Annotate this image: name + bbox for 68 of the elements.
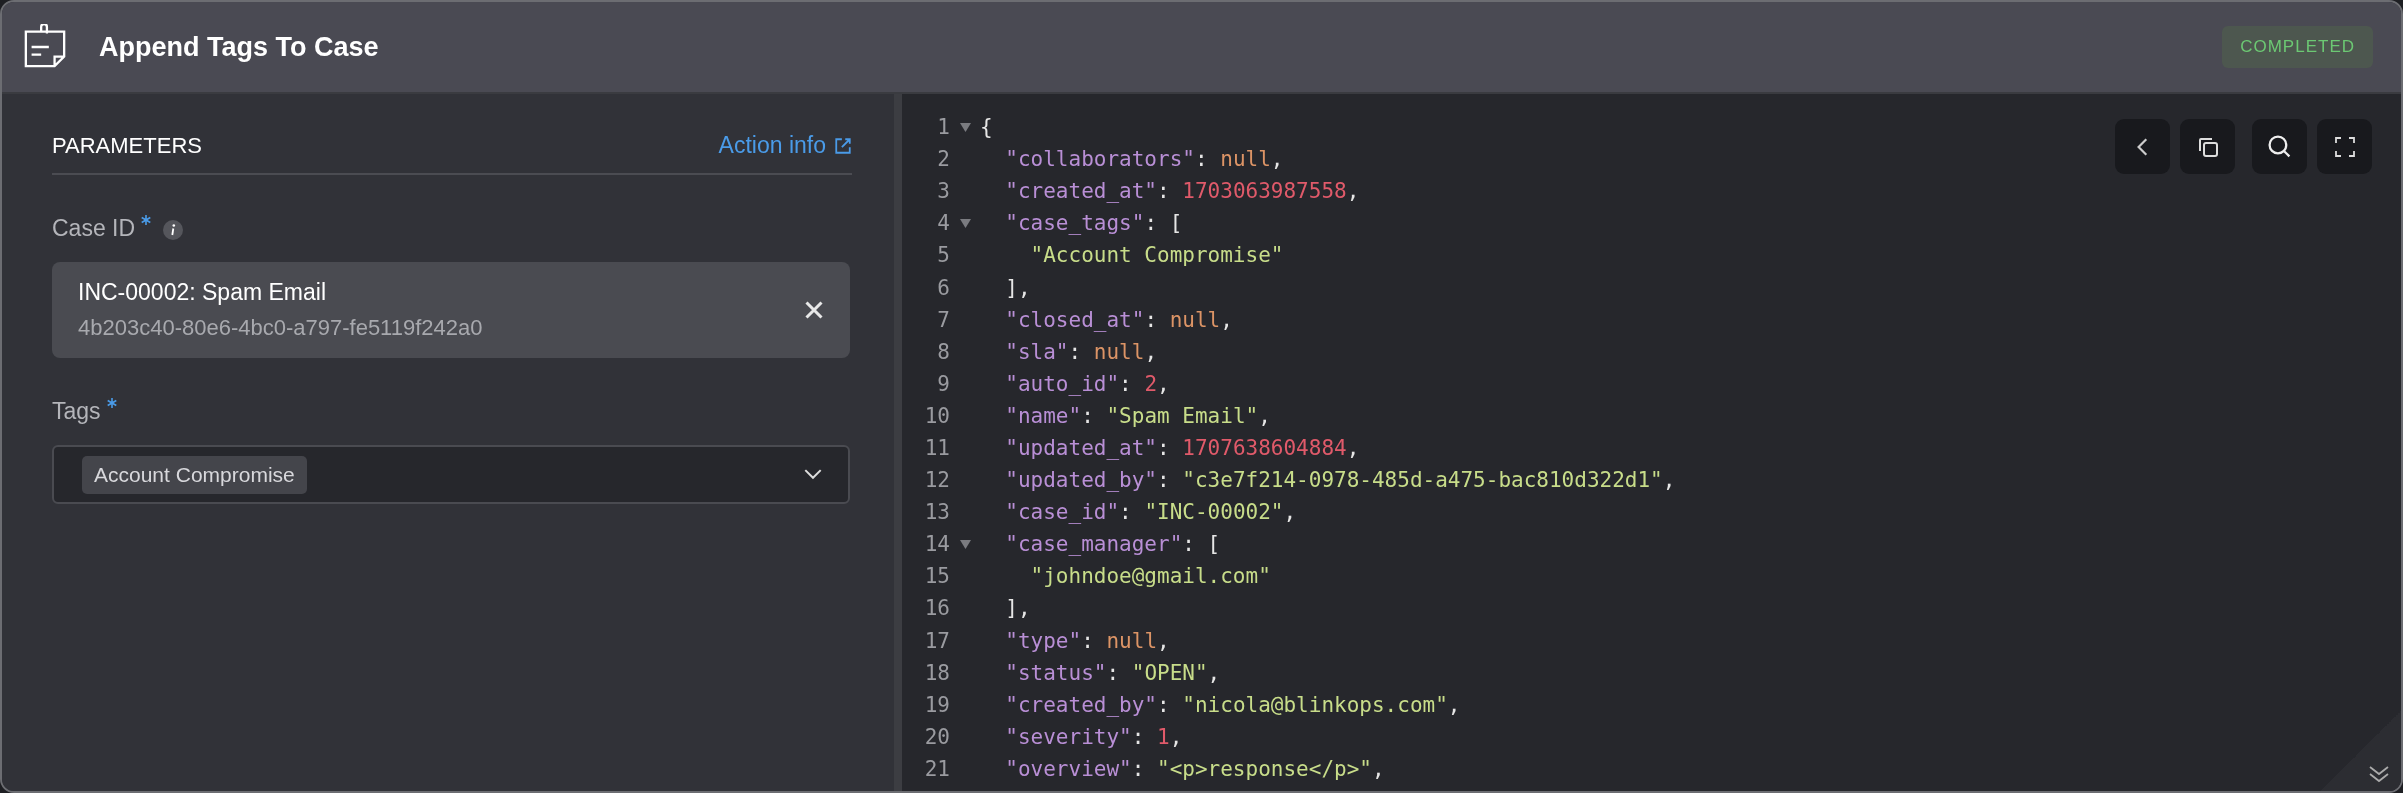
code-line: "case_tags": [	[1004, 211, 1183, 236]
code-line: "auto_id": 2,	[1004, 371, 1170, 396]
code-line: "johndoe@gmail.com"	[1029, 564, 1271, 589]
line-number: 14	[923, 532, 950, 557]
line-number: 3	[936, 179, 950, 204]
field-label: Tags	[52, 398, 101, 425]
line-number: 11	[923, 436, 950, 460]
search-button[interactable]	[2252, 119, 2307, 174]
line-number: 5	[936, 243, 950, 268]
case-select-field[interactable]: INC-00002: Spam Email 4b203c40-80e6-4bc0-a797-fe5119f242a0	[52, 262, 850, 358]
line-number: 10	[923, 403, 950, 428]
line-number: 19	[923, 692, 950, 717]
back-button[interactable]	[2115, 119, 2170, 174]
case-title: INC-00002: Spam Email	[78, 279, 327, 306]
copy-button[interactable]	[2180, 119, 2235, 174]
line-number: 21	[923, 756, 950, 781]
fullscreen-button[interactable]	[2317, 119, 2372, 174]
code-line: "type": null,	[1004, 628, 1170, 653]
code-line: "closed_at": null,	[1004, 307, 1233, 332]
window-title: Append Tags To Case	[99, 31, 379, 63]
line-number: 18	[923, 660, 950, 685]
code-line: "sla": null,	[1004, 339, 1158, 364]
code-line: {	[980, 115, 993, 140]
code-line: "created_at": 1703063987558,	[1004, 179, 1360, 204]
line-number: 20	[923, 724, 950, 749]
tag-chip: Account Compromise	[82, 455, 307, 494]
code-line: "Account Compromise"	[1029, 243, 1284, 268]
tags-select-field[interactable]: Account Compromise	[52, 445, 850, 504]
line-number: 9	[936, 371, 950, 396]
fold-caret-icon[interactable]	[959, 122, 971, 132]
code-line: "severity": 1,	[1004, 724, 1183, 749]
fold-caret-icon[interactable]	[959, 218, 971, 228]
code-line: ],	[1004, 275, 1031, 300]
chevron-down-icon	[804, 469, 822, 480]
code-line: "collaborators": null,	[1004, 147, 1284, 172]
line-number: 12	[923, 468, 950, 493]
line-number: 7	[936, 307, 950, 332]
fold-caret-icon[interactable]	[959, 539, 971, 549]
double-chevron-down-icon	[2369, 765, 2389, 783]
line-number: 6	[936, 275, 950, 300]
code-line: "updated_by": "c3e7f214-0978-485d-a475-bac810d322d1",	[1004, 468, 1676, 493]
field-label: Case ID	[52, 215, 136, 242]
code-line: "case_id": "INC-00002",	[1004, 500, 1297, 525]
line-number: 4	[936, 211, 950, 236]
status-badge: COMPLETED	[2222, 26, 2373, 68]
line-number: 2	[936, 147, 950, 172]
line-number: 15	[923, 564, 950, 589]
code-line: "updated_at": 1707638604884,	[1004, 436, 1360, 460]
line-number: 17	[923, 628, 950, 653]
fullscreen-icon	[2334, 136, 2355, 157]
line-number: 16	[923, 596, 950, 621]
note-icon	[22, 24, 68, 70]
section-heading: PARAMETERS	[52, 132, 202, 159]
case-uuid: 4b203c40-80e6-4bc0-a797-fe5119f242a0	[78, 315, 483, 341]
code-line: "name": "Spam Email",	[1004, 403, 1271, 428]
code-line: "status": "OPEN",	[1004, 660, 1221, 685]
line-number: 8	[936, 339, 950, 364]
external-link-icon	[834, 136, 852, 155]
clear-icon[interactable]	[804, 300, 824, 320]
line-number: 13	[923, 500, 950, 525]
code-line: "case_manager": [	[1004, 532, 1221, 557]
info-icon[interactable]	[163, 220, 184, 240]
search-icon	[2267, 134, 2292, 159]
code-line: "overview": "<p>response</p>",	[1004, 756, 1385, 781]
code-line: "created_by": "nicola@blinkops.com",	[1004, 692, 1461, 717]
action-info-link[interactable]: Action info	[718, 132, 852, 159]
line-number: 1	[936, 115, 950, 140]
code-line: ],	[1004, 596, 1031, 621]
